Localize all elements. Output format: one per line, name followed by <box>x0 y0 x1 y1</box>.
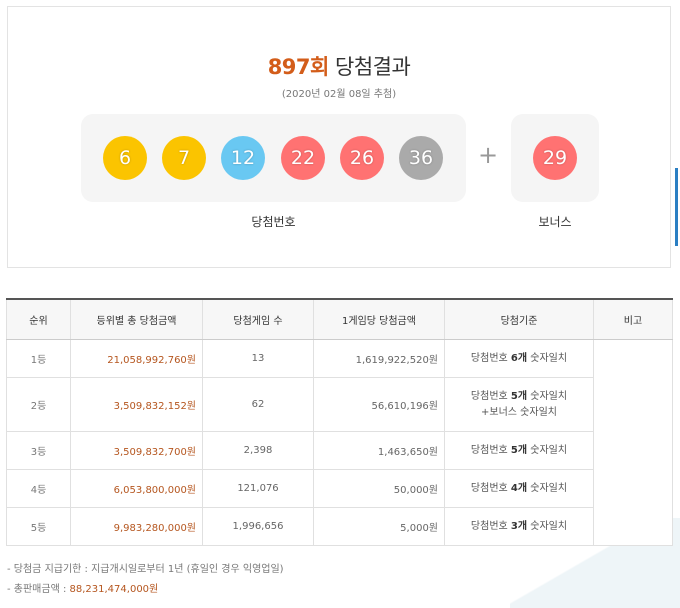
header-prize-per-game: 1게임당 당첨금액 <box>313 298 445 340</box>
table-row: 2등 3,509,832,152원 62 56,610,196원 당첨번호 5개… <box>6 377 673 432</box>
page-title: 897회 당첨결과 <box>8 51 670 81</box>
header-winner-count: 당첨게임 수 <box>202 298 314 340</box>
winner-count-cell: 13 <box>202 339 314 378</box>
winning-ball-3: 12 <box>221 136 265 180</box>
bonus-number-panel: 29 <box>511 114 599 202</box>
total-sales-value: 88,231,474,000원 <box>69 584 159 595</box>
winning-ball-4: 22 <box>281 136 325 180</box>
prize-per-game-cell: 1,463,650원 <box>313 431 445 470</box>
table-row: 5등 9,983,280,000원 1,996,656 5,000원 당첨번호 … <box>6 507 673 546</box>
side-scroll-indicator[interactable] <box>675 168 678 246</box>
criteria-count: 6개 <box>510 352 528 364</box>
table-header-row: 순위 등위별 총 당첨금액 당첨게임 수 1게임당 당첨금액 당첨기준 비고 <box>6 298 673 340</box>
criteria-cell: 당첨번호 6개 숫자일치 <box>444 339 594 378</box>
criteria-cell: 당첨번호 5개 숫자일치 <box>444 431 594 470</box>
winner-count-cell: 1,996,656 <box>202 507 314 546</box>
prize-per-game-cell: 50,000원 <box>313 469 445 508</box>
plus-icon: + <box>478 141 499 169</box>
criteria-text: 숫자일치 <box>527 520 568 532</box>
rank-cell: 2등 <box>6 377 71 432</box>
title-suffix: 당첨결과 <box>335 55 411 79</box>
payment-deadline-note: - 당첨금 지급기한 : 지급개시일로부터 1년 (휴일인 경우 익영업일) <box>7 564 284 575</box>
total-prize-cell: 3,509,832,700원 <box>70 431 203 470</box>
total-prize-cell: 6,053,800,000원 <box>70 469 203 508</box>
header-note: 비고 <box>593 298 673 340</box>
total-prize-cell: 9,983,280,000원 <box>70 507 203 546</box>
winning-ball-1: 6 <box>103 136 147 180</box>
notes-section: - 당첨금 지급기한 : 지급개시일로부터 1년 (휴일인 경우 익영업일) -… <box>7 560 284 600</box>
criteria-count: 3개 <box>510 520 528 532</box>
winner-count-cell: 62 <box>202 377 314 432</box>
draw-date: (2020년 02월 08일 추첨) <box>281 89 397 100</box>
draw-result-panel: 897회 당첨결과 (2020년 02월 08일 추첨) 6 7 12 22 2… <box>7 6 671 268</box>
rank-cell: 4등 <box>6 469 71 508</box>
prize-per-game-cell: 5,000원 <box>313 507 445 546</box>
criteria-text: 당첨번호 <box>470 520 511 532</box>
criteria-count: 5개 <box>510 444 528 456</box>
criteria-text: 숫자일치 <box>527 482 568 494</box>
criteria-text: 당첨번호 <box>470 390 511 402</box>
total-sales-label: - 총판매금액 : <box>7 584 70 595</box>
criteria-cell: 당첨번호 5개 숫자일치 +보너스 숫자일치 <box>444 377 594 432</box>
header-rank: 순위 <box>6 298 71 340</box>
table-row: 1등 21,058,992,760원 13 1,619,922,520원 당첨번… <box>6 339 673 546</box>
winning-ball-6: 36 <box>399 136 443 180</box>
bonus-label: 보너스 <box>538 215 572 229</box>
criteria-text: 당첨번호 <box>470 444 511 456</box>
total-sales-note: - 총판매금액 : 88,231,474,000원 <box>7 580 284 600</box>
winning-ball-2: 7 <box>162 136 206 180</box>
header-criteria: 당첨기준 <box>444 298 594 340</box>
rank-cell: 5등 <box>6 507 71 546</box>
rank-cell: 1등 <box>6 339 71 378</box>
criteria-cell: 당첨번호 4개 숫자일치 <box>444 469 594 508</box>
header-total-prize: 등위별 총 당첨금액 <box>70 298 203 340</box>
total-prize-cell: 3,509,832,152원 <box>70 377 203 432</box>
round-number: 897회 <box>267 55 330 79</box>
criteria-text: 당첨번호 <box>470 482 511 494</box>
note-cell <box>593 339 673 546</box>
prize-per-game-cell: 56,610,196원 <box>313 377 445 432</box>
winner-count-cell: 121,076 <box>202 469 314 508</box>
winning-numbers-panel: 6 7 12 22 26 36 <box>81 114 466 202</box>
winning-numbers-label: 당첨번호 <box>251 215 296 229</box>
table-row: 3등 3,509,832,700원 2,398 1,463,650원 당첨번호 … <box>6 431 673 470</box>
criteria-count: 4개 <box>510 482 528 494</box>
table-row: 4등 6,053,800,000원 121,076 50,000원 당첨번호 4… <box>6 469 673 508</box>
rank-cell: 3등 <box>6 431 71 470</box>
criteria-text: 숫자일치 <box>527 444 568 456</box>
criteria-bonus-text: +보너스 숫자일치 <box>481 406 557 418</box>
total-prize-cell: 21,058,992,760원 <box>70 339 203 378</box>
criteria-cell: 당첨번호 3개 숫자일치 <box>444 507 594 546</box>
criteria-count: 5개 <box>510 390 528 402</box>
bonus-ball: 29 <box>533 136 577 180</box>
criteria-text: 숫자일치 <box>527 352 568 364</box>
winning-ball-5: 26 <box>340 136 384 180</box>
prize-per-game-cell: 1,619,922,520원 <box>313 339 445 378</box>
criteria-text: 당첨번호 <box>470 352 511 364</box>
prize-table: 순위 등위별 총 당첨금액 당첨게임 수 1게임당 당첨금액 당첨기준 비고 1… <box>6 298 673 546</box>
criteria-text: 숫자일치 <box>527 390 568 402</box>
winner-count-cell: 2,398 <box>202 431 314 470</box>
